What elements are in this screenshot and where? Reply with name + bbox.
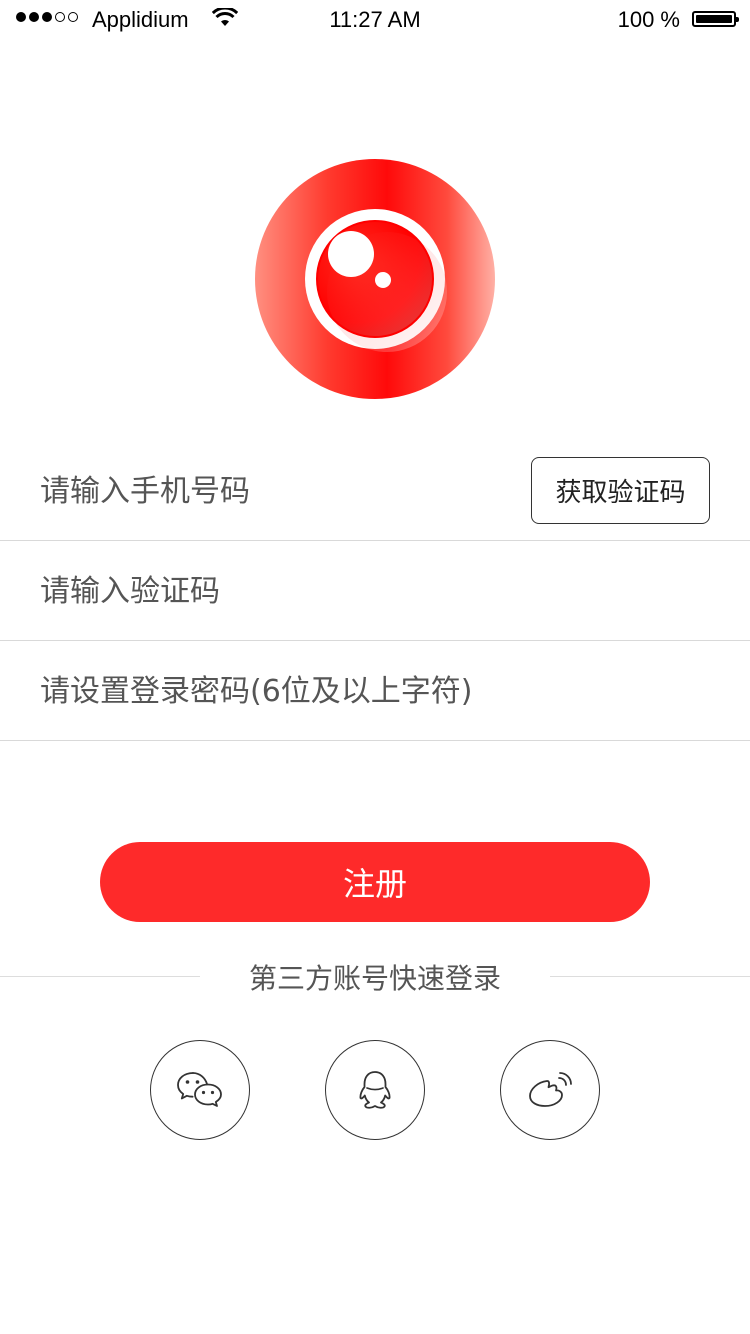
password-row (0, 641, 750, 741)
battery-percentage: 100 % (617, 7, 680, 32)
third-party-login-title: 第三方账号快速登录 (248, 962, 501, 995)
register-button[interactable]: 注册 (100, 842, 650, 922)
password-input[interactable] (40, 641, 720, 741)
wechat-icon (177, 1072, 222, 1107)
register-screen: Applidium 11:27 AM 100 % 请输入手机号码 获取验证码 请… (0, 0, 750, 1334)
divider-right (550, 976, 750, 977)
phone-input[interactable] (40, 441, 510, 541)
get-code-button[interactable]: 获取验证码 (531, 457, 710, 524)
phone-row: 获取验证码 (0, 441, 750, 541)
battery-icon (692, 11, 739, 27)
weibo-icon (529, 1072, 572, 1107)
verification-code-input[interactable] (40, 541, 700, 641)
qq-icon (359, 1071, 391, 1109)
divider-left (0, 976, 200, 977)
status-bar: Applidium 11:27 AM 100 % (0, 0, 750, 40)
weibo-login-button[interactable] (500, 1040, 600, 1140)
verification-code-row (0, 541, 750, 641)
app-logo (255, 159, 495, 399)
qq-login-button[interactable] (325, 1040, 425, 1140)
wechat-login-button[interactable] (150, 1040, 250, 1140)
